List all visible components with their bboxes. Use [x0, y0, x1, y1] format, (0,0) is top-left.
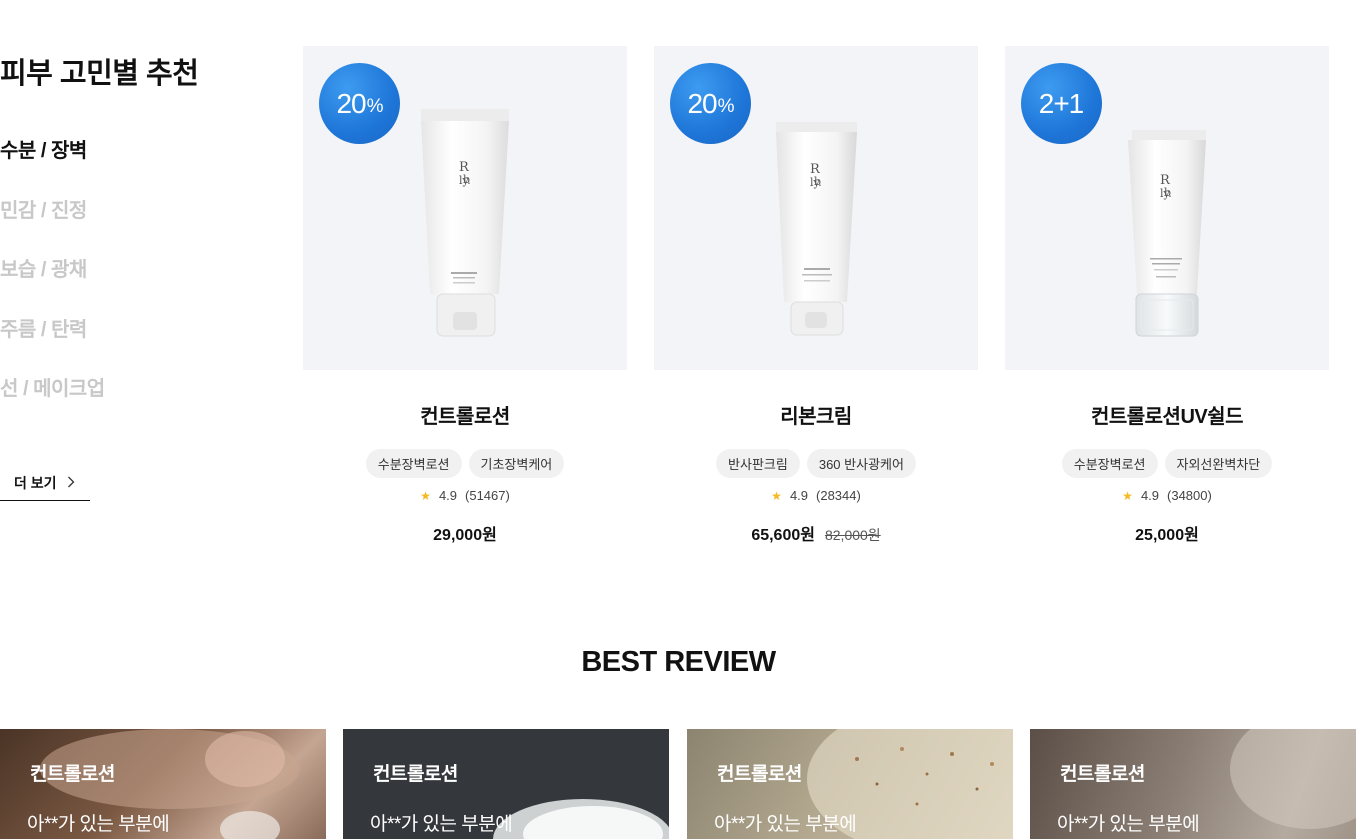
badge-suffix: %: [366, 95, 384, 117]
review-card[interactable]: 컨트롤로션 아**가 있는 부분에: [0, 729, 326, 839]
star-icon: ★: [1122, 488, 1133, 503]
product-tag[interactable]: 수분장벽로션: [1061, 449, 1158, 478]
discount-badge: 20%: [670, 63, 751, 144]
product-tag[interactable]: 360 반사광케어: [806, 449, 916, 478]
product-price: 29,000원: [303, 521, 627, 545]
sale-price: 65,600원: [751, 527, 815, 544]
product-rating: ★ 4.9 (28344): [654, 488, 978, 503]
review-card[interactable]: 컨트롤로션 아**가 있는 부분에: [687, 729, 1013, 839]
more-button-label: 더 보기: [14, 475, 57, 491]
product-name[interactable]: 컨트롤로션: [303, 400, 627, 429]
product-card[interactable]: R b ly. 2+1 컨트롤로션UV쉴드 수분장벽로션 자외선완벽차단 ★ 4…: [1005, 46, 1329, 545]
review-text: 아**가 있는 부분에: [714, 814, 857, 835]
product-tags: 수분장벽로션 자외선완벽차단: [1005, 449, 1329, 478]
concern-item-sun-makeup[interactable]: 선 / 메이크업: [0, 370, 105, 430]
svg-text:ly.: ly.: [459, 174, 471, 187]
product-rating: ★ 4.9 (34800): [1005, 488, 1329, 503]
product-rating: ★ 4.9 (51467): [303, 488, 627, 503]
review-card[interactable]: 컨트롤로션 아**가 있는 부분에: [1030, 729, 1356, 839]
sale-price: 29,000원: [433, 527, 497, 544]
product-tags: 수분장벽로션 기초장벽케어: [303, 449, 627, 478]
product-tag[interactable]: 수분장벽로션: [365, 449, 462, 478]
star-icon: ★: [420, 488, 431, 503]
product-card[interactable]: R b ly. 20% 리본크림 반사판크림 360 반사광케어 ★ 4.9 (…: [654, 46, 978, 545]
concern-item-wrinkle-elasticity[interactable]: 주름 / 탄력: [0, 311, 105, 371]
concern-menu: 수분 / 장벽 민감 / 진정 보습 / 광채 주름 / 탄력 선 / 메이크업: [0, 132, 105, 430]
product-tags: 반사판크림 360 반사광케어: [654, 449, 978, 478]
product-image[interactable]: R b ly. 2+1: [1005, 46, 1329, 370]
more-button[interactable]: 더 보기: [0, 466, 90, 501]
product-tag[interactable]: 자외선완벽차단: [1164, 449, 1273, 478]
product-image[interactable]: R b ly. 20%: [303, 46, 627, 370]
review-text: 아**가 있는 부분에: [1057, 814, 1200, 835]
concern-item-hydration-glow[interactable]: 보습 / 광채: [0, 251, 105, 311]
discount-badge: 20%: [319, 63, 400, 144]
rating-score: 4.9: [438, 488, 458, 503]
product-tag[interactable]: 기초장벽케어: [468, 449, 565, 478]
review-text: 아**가 있는 부분에: [27, 814, 170, 835]
review-product: 컨트롤로션: [30, 764, 115, 785]
svg-text:ly.: ly.: [1160, 187, 1172, 200]
concern-item-sensitive-soothing[interactable]: 민감 / 진정: [0, 192, 105, 252]
product-price: 25,000원: [1005, 521, 1329, 545]
svg-text:ly.: ly.: [810, 176, 822, 189]
badge-suffix: %: [717, 95, 735, 117]
product-name[interactable]: 컨트롤로션UV쉴드: [1005, 400, 1329, 429]
product-image[interactable]: R b ly. 20%: [654, 46, 978, 370]
review-text: 아**가 있는 부분에: [370, 814, 513, 835]
star-icon: ★: [771, 488, 782, 503]
review-card[interactable]: 컨트롤로션 아**가 있는 부분에: [343, 729, 669, 839]
rating-score: 4.9: [1140, 488, 1160, 503]
review-product: 컨트롤로션: [373, 764, 458, 785]
review-count: (34800): [1167, 488, 1212, 503]
sale-price: 25,000원: [1135, 527, 1199, 544]
product-name[interactable]: 리본크림: [654, 400, 978, 429]
badge-value: 20: [687, 87, 717, 119]
promo-badge: 2+1: [1021, 63, 1102, 144]
review-count: (28344): [816, 488, 861, 503]
concern-item-moisture-barrier[interactable]: 수분 / 장벽: [0, 132, 105, 192]
product-card[interactable]: R b ly. 20% 컨트롤로션 수분장벽로션 기초장벽케어 ★ 4.9 (5…: [303, 46, 627, 545]
review-count: (51467): [465, 488, 510, 503]
product-tag[interactable]: 반사판크림: [716, 449, 800, 478]
review-product: 컨트롤로션: [717, 764, 802, 785]
product-price: 65,600원 82,000원: [654, 521, 978, 545]
review-product: 컨트롤로션: [1060, 764, 1145, 785]
badge-value: 20: [336, 87, 366, 119]
section-title: 피부 고민별 추천: [0, 58, 199, 90]
badge-value: 2+1: [1038, 87, 1084, 119]
best-review-title: BEST REVIEW: [581, 646, 776, 678]
original-price: 82,000원: [824, 527, 881, 543]
rating-score: 4.9: [789, 488, 809, 503]
chevron-right-icon: [67, 475, 75, 491]
